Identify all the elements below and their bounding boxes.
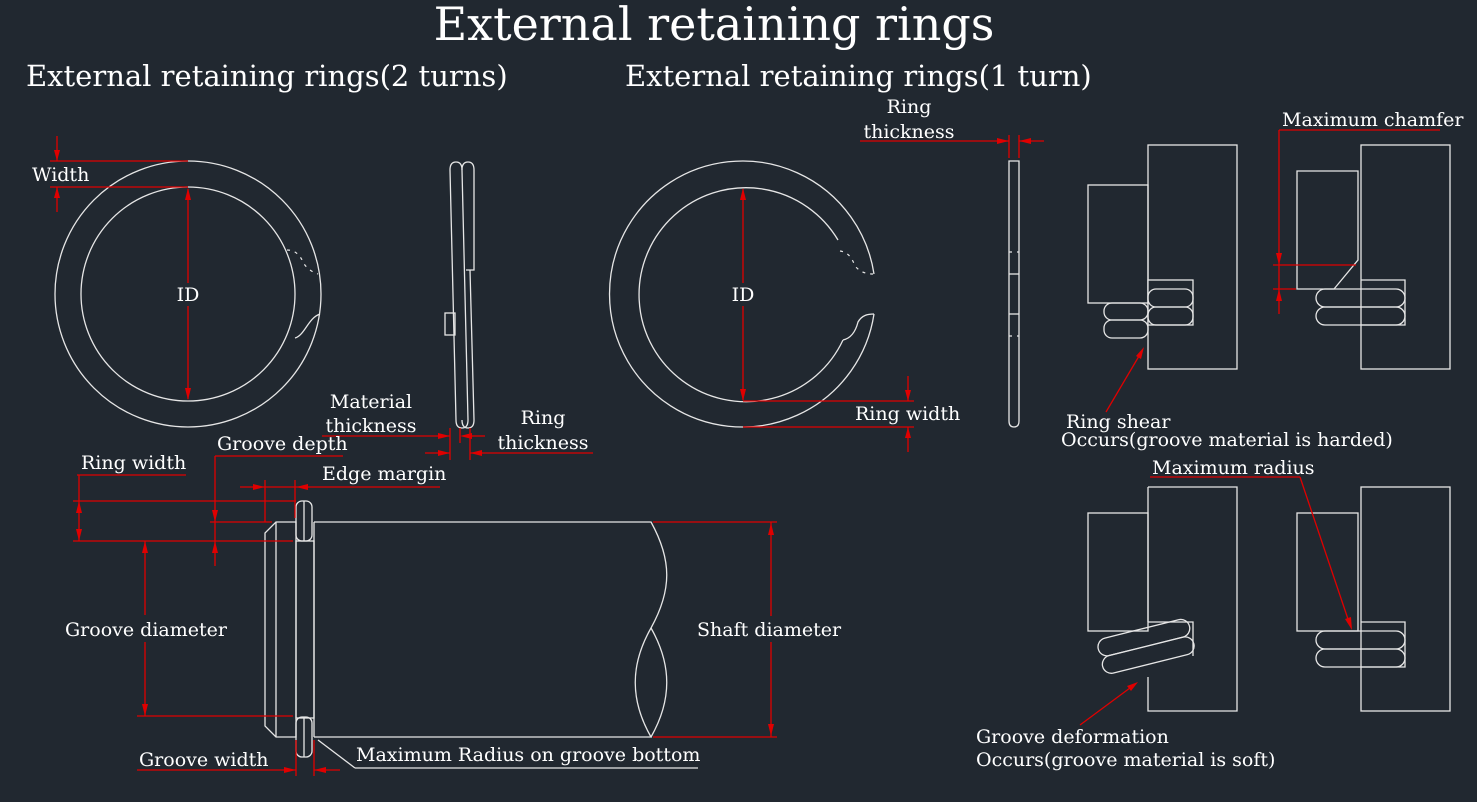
ring-shear-detail [1087, 144, 1238, 413]
ring-thickness-2turn-label-2: thickness [497, 432, 588, 454]
shaft-drawing [264, 500, 698, 769]
shaft-diameter-label: Shaft diameter [697, 619, 842, 641]
id-label-2turn: ID [177, 284, 200, 306]
ring-2turn-side-view [444, 161, 475, 429]
ring-thickness-2turn-label-1: Ring [521, 407, 566, 429]
ring-width-1turn-label: Ring width [855, 403, 960, 425]
ring-width-dimension-shaft [73, 474, 296, 542]
page-title: External retaining rings [434, 0, 995, 51]
width-label: Width [32, 164, 89, 186]
section-title-2-turns: External retaining rings(2 turns) [26, 59, 508, 93]
groove-deformation-occurs-label: Occurs(groove material is soft) [976, 749, 1275, 771]
material-thickness-label-1: Material [330, 391, 412, 413]
edge-margin-label: Edge margin [322, 463, 446, 485]
groove-deformation-detail [1079, 486, 1238, 726]
section-title-1-turn: External retaining rings(1 turn) [625, 59, 1092, 93]
ring-width-shaft-label: Ring width [81, 452, 186, 474]
groove-depth-label: Groove depth [217, 433, 348, 455]
ring-thickness-1turn-label-2: thickness [863, 121, 954, 143]
maximum-radius-detail [1150, 476, 1451, 712]
groove-deformation-label: Groove deformation [976, 726, 1169, 748]
groove-width-label: Groove width [139, 749, 269, 771]
ring-shear-occurs-label: Occurs(groove material is harded) [1061, 429, 1393, 451]
ring-thickness-1turn-label-1: Ring [887, 96, 932, 118]
max-radius-groove-bottom-label: Maximum Radius on groove bottom [356, 744, 700, 766]
maximum-chamfer-detail [1273, 129, 1451, 370]
drawing-canvas: External retaining rings External retain… [26, 0, 1464, 776]
maximum-chamfer-label: Maximum chamfer [1282, 109, 1464, 131]
groove-diameter-label: Groove diameter [65, 619, 228, 641]
ring-1turn-side-view [1008, 160, 1020, 428]
id-label-1turn: ID [732, 284, 755, 306]
maximum-radius-label: Maximum radius [1152, 457, 1315, 479]
